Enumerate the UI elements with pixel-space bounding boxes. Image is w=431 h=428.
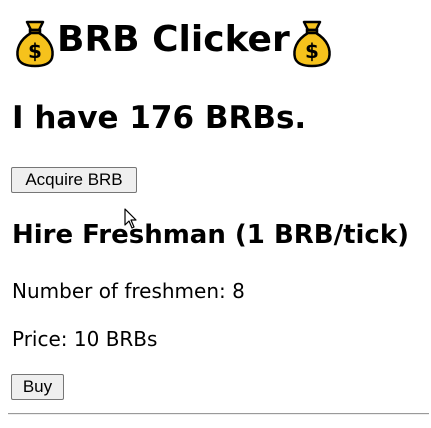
money-bag-icon: $ (290, 12, 334, 68)
money-bag-icon: $ (13, 12, 57, 68)
freshmen-count: Number of freshmen: 8 (12, 279, 245, 303)
brb-count: I have 176 BRBs. (12, 100, 307, 136)
title-text: BRB Clicker (57, 19, 290, 60)
freshman-price: Price: 10 BRBs (12, 327, 158, 351)
page: $ BRB Clicker $ I have 176 BRBs. Acquire… (0, 0, 431, 428)
divider (8, 413, 429, 415)
hire-freshman-heading: Hire Freshman (1 BRB/tick) (12, 220, 410, 250)
svg-text:$: $ (28, 39, 42, 63)
svg-text:$: $ (305, 39, 319, 63)
acquire-brb-button[interactable]: Acquire BRB (11, 167, 137, 193)
page-title: $ BRB Clicker $ (13, 10, 334, 70)
buy-freshman-button[interactable]: Buy (11, 374, 64, 400)
